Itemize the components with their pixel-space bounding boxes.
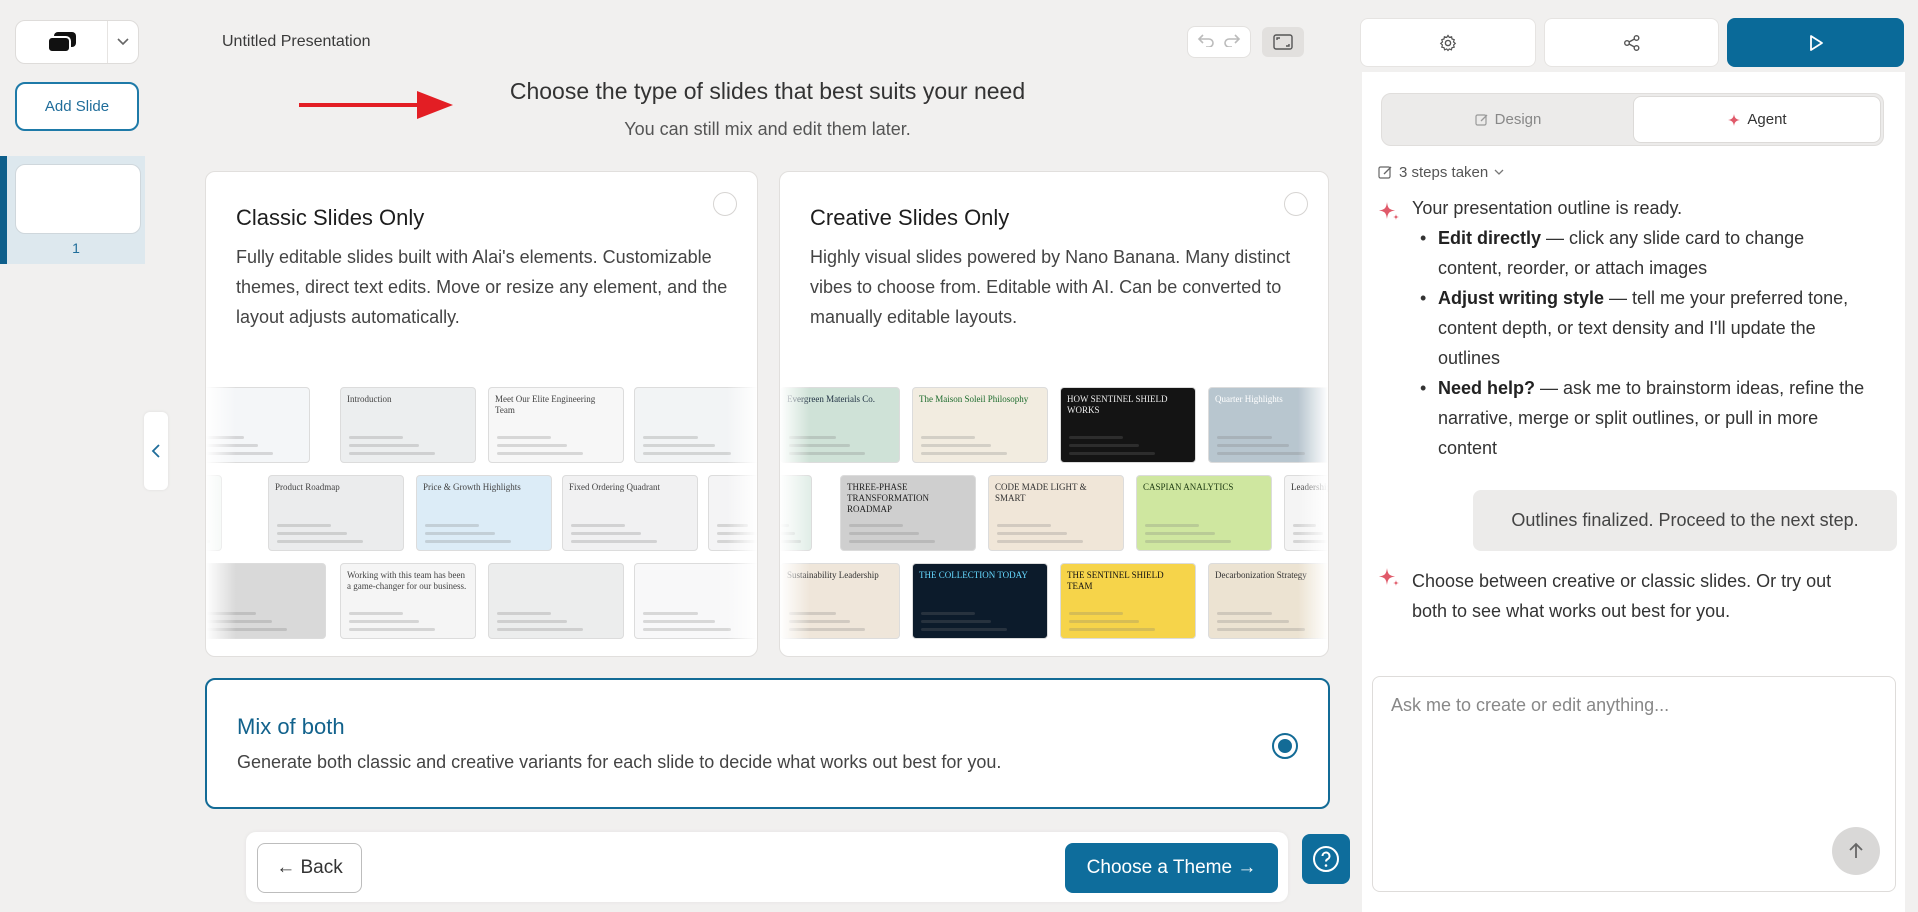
arrow-up-icon [1849, 842, 1863, 858]
send-button[interactable] [1832, 827, 1880, 875]
agent-bullet-list: Edit directly — click any slide card to … [1420, 223, 1865, 463]
slide-style-thumbnail: THE COLLECTION TODAY [912, 563, 1048, 639]
option-title: Mix of both [237, 714, 345, 739]
option-title: Classic Slides Only [236, 205, 425, 230]
play-icon [1809, 34, 1823, 51]
slide-number: 1 [72, 240, 80, 256]
option-description: Fully editable slides built with Alai's … [236, 247, 728, 327]
help-icon [1313, 846, 1339, 872]
slide-style-thumbnail: Working with this team has been a game-c… [340, 563, 476, 639]
page-subheading: You can still mix and edit them later. [624, 119, 911, 139]
add-slide-button[interactable]: Add Slide [15, 82, 139, 131]
gear-icon [1439, 33, 1457, 51]
sparkle-icon [1727, 113, 1741, 127]
classic-radio[interactable] [713, 192, 737, 216]
thumbnail-label: CODE MADE LIGHT & SMART [995, 482, 1087, 503]
app-menu-button[interactable] [15, 20, 139, 64]
slide-style-thumbnail: Price & Growth Highlights [416, 475, 552, 551]
expand-icon [1273, 34, 1293, 50]
chevron-down-icon [1494, 169, 1504, 175]
creative-thumbnail-grid: Decarbonization Strategy THE SENTINEL SHI… [780, 387, 1328, 642]
thumbnail-label: THREE-PHASE TRANSFORMATION ROADMAP [847, 482, 930, 514]
chat-input-box [1372, 676, 1896, 892]
list-item: Adjust writing style — tell me your pref… [1420, 283, 1865, 373]
steps-toggle[interactable]: 3 steps taken [1378, 164, 1504, 181]
agent-message: Choose between creative or classic slide… [1412, 571, 1832, 621]
active-slide-indicator [0, 156, 7, 264]
agent-panel: Design Agent 3 steps taken Your presenta… [1362, 72, 1905, 912]
agent-message: Your presentation outline is ready. Edit… [1412, 193, 1865, 463]
thumbnail-label: Meet Our Elite Engineering Team [495, 394, 596, 415]
thumbnail-label: CASPIAN ANALYTICS [1143, 482, 1234, 492]
slide-thumbnail[interactable] [15, 164, 141, 234]
slide-style-thumbnail: The Maison Soleil Philosophy [912, 387, 1048, 463]
classic-thumbnail-grid: Working with this team has been a game-c… [206, 387, 757, 642]
share-icon [1623, 34, 1639, 51]
tab-design[interactable]: Design [1384, 96, 1632, 143]
mix-radio[interactable] [1272, 733, 1298, 759]
bullet-bold: Need help? [1438, 378, 1536, 398]
choose-theme-button[interactable]: Choose a Theme → [1065, 843, 1278, 893]
thumbnail-label: HOW SENTINEL SHIELD WORKS [1067, 394, 1168, 415]
list-item: Edit directly — click any slide card to … [1420, 223, 1865, 283]
tab-agent-label: Agent [1747, 111, 1787, 128]
presentation-title[interactable]: Untitled Presentation [222, 33, 371, 51]
thumbnail-label: THE COLLECTION TODAY [919, 570, 1028, 580]
slide-style-thumbnail: Product Roadmap [268, 475, 404, 551]
option-description: Generate both classic and creative varia… [237, 752, 1002, 772]
redo-icon[interactable] [1223, 33, 1241, 52]
thumbnail-label: Working with this team has been a game-c… [347, 570, 467, 591]
present-button[interactable] [1727, 18, 1904, 67]
slide-style-thumbnail: CODE MADE LIGHT & SMART [988, 475, 1124, 551]
mix-slides-option[interactable]: Mix of both Generate both classic and cr… [205, 678, 1330, 809]
slide-style-thumbnail [488, 563, 624, 639]
option-title: Creative Slides Only [810, 205, 1010, 230]
page-heading: Choose the type of slides that best suit… [509, 78, 1026, 104]
bullet-bold: Edit directly [1438, 228, 1542, 248]
slide-style-thumbnail: THREE-PHASE TRANSFORMATION ROADMAP [840, 475, 976, 551]
share-button[interactable] [1544, 18, 1719, 67]
undo-icon[interactable] [1197, 33, 1215, 52]
help-button[interactable] [1302, 834, 1350, 884]
creative-radio[interactable] [1284, 192, 1308, 216]
slide-style-thumbnail: Introduction [340, 387, 476, 463]
agent-message-intro: Your presentation outline is ready. [1412, 198, 1683, 218]
collapse-sidebar-button[interactable] [144, 412, 168, 490]
settings-button[interactable] [1360, 18, 1536, 67]
thumbnail-label: THE SENTINEL SHIELD TEAM [1067, 570, 1164, 591]
slide-style-thumbnail: HOW SENTINEL SHIELD WORKS [1060, 387, 1196, 463]
agent-sparkle-icon [1379, 202, 1399, 220]
mode-toggle: Design Agent [1381, 93, 1884, 146]
steps-label: 3 steps taken [1399, 164, 1489, 181]
thumbnail-label: Introduction [347, 394, 392, 404]
wizard-footer: ← Back Choose a Theme → [246, 832, 1288, 902]
option-description: Highly visual slides powered by Nano Ban… [810, 247, 1291, 327]
undo-redo-group [1187, 26, 1251, 58]
chat-input[interactable] [1391, 695, 1871, 835]
pencil-icon [1378, 166, 1392, 179]
fullscreen-button[interactable] [1262, 27, 1304, 57]
app-logo-icon[interactable] [16, 21, 108, 63]
slide-style-thumbnail: THE SENTINEL SHIELD TEAM [1060, 563, 1196, 639]
edit-icon [1475, 113, 1489, 127]
tab-agent[interactable]: Agent [1633, 96, 1881, 143]
thumbnail-label: Product Roadmap [275, 482, 340, 492]
slide-thumbnail-item[interactable]: 1 [7, 156, 145, 264]
chevron-down-icon[interactable] [108, 21, 138, 63]
tab-design-label: Design [1494, 111, 1542, 128]
slide-style-thumbnail: Fixed Ordering Quadrant [562, 475, 698, 551]
bullet-bold: Adjust writing style [1438, 288, 1605, 308]
thumbnail-label: The Maison Soleil Philosophy [919, 394, 1029, 404]
user-message: Outlines finalized. Proceed to the next … [1473, 490, 1897, 551]
back-button[interactable]: ← Back [257, 843, 362, 893]
thumbnail-label: Fixed Ordering Quadrant [569, 482, 660, 492]
agent-sparkle-icon [1379, 568, 1399, 586]
slide-style-thumbnail: Meet Our Elite Engineering Team [488, 387, 624, 463]
thumbnail-label: Price & Growth Highlights [423, 482, 521, 492]
creative-slides-option[interactable]: Creative Slides Only Highly visual slide… [779, 171, 1329, 657]
list-item: Need help? — ask me to brainstorm ideas,… [1420, 373, 1865, 463]
classic-slides-option[interactable]: Classic Slides Only Fully editable slide… [205, 171, 758, 657]
slide-style-thumbnail: CASPIAN ANALYTICS [1136, 475, 1272, 551]
chevron-left-icon [151, 444, 160, 458]
